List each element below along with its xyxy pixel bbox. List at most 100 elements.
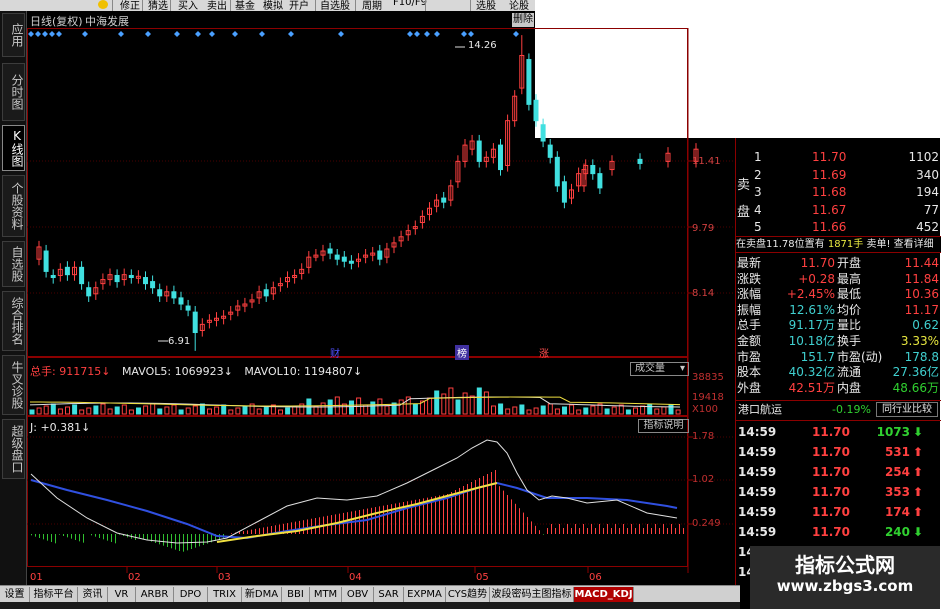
tick-time: 14:59 bbox=[738, 525, 777, 539]
toolbar-item[interactable]: 选股 bbox=[476, 0, 496, 11]
order-volume: 194 bbox=[916, 185, 939, 200]
sidebar-tab-watchlist[interactable]: 自选股 bbox=[2, 241, 25, 287]
indicator-tab[interactable]: ARBR bbox=[136, 587, 174, 602]
macd-histogram-bar bbox=[567, 524, 568, 534]
chart-area[interactable] bbox=[27, 28, 735, 585]
macd-histogram-bar bbox=[143, 534, 144, 539]
order-book-row[interactable]: 2 11.69 340 bbox=[736, 166, 941, 184]
indicator-tab[interactable]: BBI bbox=[282, 587, 310, 602]
order-book-row[interactable]: 1 11.70 1102 bbox=[736, 148, 941, 166]
tick-time: 14:59 bbox=[738, 445, 777, 459]
indicator-tab[interactable]: DPO bbox=[174, 587, 208, 602]
sidebar-tab-diagnosis[interactable]: 牛叉诊股 bbox=[2, 355, 25, 415]
macd-histogram-bar bbox=[155, 534, 156, 543]
macd-histogram-bar bbox=[651, 528, 652, 534]
signal-diamond bbox=[424, 31, 430, 37]
banner-detail-link[interactable]: 查看详细 bbox=[894, 239, 934, 250]
indicator-tab[interactable]: MTM bbox=[310, 587, 342, 602]
mavol10-label: MAVOL10 bbox=[244, 365, 297, 378]
macd-histogram-bar bbox=[103, 534, 104, 540]
stat-value: 27.36亿 bbox=[892, 365, 939, 380]
indicator-tab[interactable]: 新DMA bbox=[242, 587, 282, 602]
volume-bar bbox=[469, 395, 475, 415]
indicator-tab[interactable]: VR bbox=[108, 587, 136, 602]
industry-compare-button[interactable]: 同行业比较 bbox=[876, 402, 938, 417]
macd-histogram-bar bbox=[659, 528, 660, 534]
stat-label: 涨跌 bbox=[737, 271, 762, 286]
indicator-tab[interactable]: MACD_KDJ bbox=[574, 587, 634, 602]
toolbar-item[interactable]: 基金 bbox=[235, 0, 255, 11]
stat-value: 11.84 bbox=[904, 271, 939, 286]
volume-bar bbox=[590, 405, 596, 415]
volume-bar bbox=[654, 408, 660, 415]
sidebar-tab-super-board[interactable]: 超级盘口 bbox=[2, 419, 25, 479]
indicator-tab-bar: 设置 指标平台 资讯 VR ARBR DPO TRIX 新DMA BBI MTM OBV SAR EXP… bbox=[0, 585, 740, 602]
stat-value: 11.44 bbox=[904, 256, 939, 270]
order-book-row[interactable]: 4 11.67 77 bbox=[736, 201, 941, 219]
indicator-tab[interactable]: OBV bbox=[342, 587, 374, 602]
signal-diamond bbox=[35, 31, 41, 37]
order-book-row[interactable]: 5 11.66 452 bbox=[736, 218, 941, 236]
indicator-tab[interactable]: 设置 bbox=[0, 587, 30, 602]
kline-period-label[interactable]: 日线(复权) bbox=[30, 13, 83, 29]
event-marker-finance[interactable]: 财 bbox=[330, 345, 340, 360]
stat-row: 金额 10.18亿 换手 3.33% bbox=[736, 334, 941, 349]
candle-body bbox=[114, 274, 120, 283]
volume-dropdown[interactable]: 成交量 ▾ bbox=[630, 362, 689, 376]
volume-bar bbox=[164, 406, 170, 415]
signal-diamond bbox=[288, 31, 294, 37]
indicator-tab[interactable]: 波段密码主图指标 bbox=[490, 587, 574, 602]
toolbar-item[interactable]: 自选股 bbox=[320, 0, 350, 11]
macd-histogram-bar bbox=[667, 528, 668, 534]
macd-histogram-bar bbox=[555, 528, 556, 534]
volume-bar bbox=[576, 409, 582, 415]
toolbar-item[interactable]: 模拟 bbox=[263, 0, 283, 11]
indicator-tab[interactable]: CYS趋势 bbox=[446, 587, 490, 602]
toolbar-item[interactable]: 卖出 bbox=[207, 0, 227, 11]
delete-button[interactable]: 删除 bbox=[512, 13, 534, 27]
heart-icon[interactable] bbox=[98, 0, 108, 9]
sector-name[interactable]: 港口航运 bbox=[738, 401, 782, 418]
event-marker-rise[interactable]: 涨 bbox=[539, 345, 549, 360]
macd-histogram-bar bbox=[31, 534, 32, 536]
sidebar-tab-apply[interactable]: 应用 bbox=[2, 13, 25, 57]
volume-bar bbox=[533, 407, 539, 415]
toolbar-item[interactable]: 周期 bbox=[362, 0, 382, 11]
macd-histogram-bar bbox=[595, 528, 596, 534]
macd-histogram-bar bbox=[111, 534, 112, 542]
sidebar-tab-kline[interactable]: K线图 bbox=[2, 125, 25, 171]
top-toolbar: 修正 猜选 买入 卖出 基金 模拟 开户 自选股 周期 F10/F9 选股 论股 bbox=[0, 0, 535, 11]
signal-diamond bbox=[209, 31, 215, 37]
sidebar-tab-intraday[interactable]: 分时图 bbox=[2, 63, 25, 121]
toolbar-item[interactable]: F10/F9 bbox=[393, 0, 427, 8]
order-book-row[interactable]: 3 11.68 194 bbox=[736, 183, 941, 201]
volume-value: 911715 bbox=[59, 365, 102, 378]
macd-histogram-bar bbox=[139, 534, 140, 538]
signal-diamond bbox=[407, 31, 413, 37]
indicator-help-button[interactable]: 指标说明 bbox=[638, 419, 689, 433]
indicator-tab[interactable]: SAR bbox=[374, 587, 404, 602]
order-price: 11.70 bbox=[812, 150, 847, 164]
toolbar-item[interactable]: 开户 bbox=[289, 0, 309, 11]
tick-time: 14:59 bbox=[738, 425, 777, 439]
toolbar-item[interactable]: 修正 bbox=[120, 0, 140, 11]
toolbar-item[interactable]: 买入 bbox=[178, 0, 198, 11]
event-marker-list[interactable]: 榜 bbox=[455, 345, 469, 360]
indicator-legend: J: +0.381↓ bbox=[30, 421, 91, 434]
sidebar-tab-ranking[interactable]: 综合排名 bbox=[2, 291, 25, 351]
volume-bar bbox=[86, 407, 92, 415]
indicator-tab[interactable]: TRIX bbox=[208, 587, 242, 602]
toolbar-item[interactable]: 论股 bbox=[509, 0, 529, 11]
indicator-tab[interactable]: 资讯 bbox=[78, 587, 108, 602]
big-order-banner[interactable]: 在卖盘11.78位置有 1871手 卖单! 查看详细 bbox=[736, 236, 941, 253]
macd-histogram-bar bbox=[303, 520, 304, 534]
toolbar-item[interactable]: 猜选 bbox=[148, 0, 168, 11]
macd-histogram-bar bbox=[559, 524, 560, 534]
indicator-tab[interactable]: 指标平台 bbox=[30, 587, 78, 602]
sidebar-tab-stock-info[interactable]: 个股资料 bbox=[2, 175, 25, 237]
indicator-tab[interactable]: EXPMA bbox=[404, 587, 446, 602]
dea-line bbox=[30, 479, 678, 540]
macd-histogram-bar bbox=[43, 534, 44, 540]
signal-diamond bbox=[174, 31, 180, 37]
arrow-down-icon: ⬇ bbox=[913, 425, 924, 439]
